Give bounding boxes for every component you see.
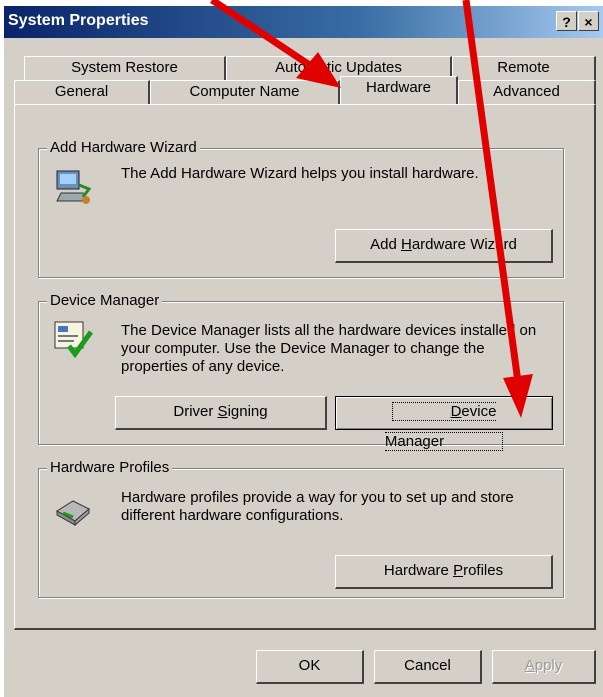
- tab-computer-name[interactable]: Computer Name: [150, 80, 340, 104]
- close-button[interactable]: ×: [578, 11, 599, 31]
- apply-btn-text-a: A: [524, 657, 535, 674]
- cancel-button[interactable]: Cancel: [374, 650, 482, 684]
- help-button[interactable]: ?: [556, 11, 577, 31]
- tab-hardware[interactable]: Hardware: [340, 76, 458, 104]
- tab-panel-hardware: [14, 104, 596, 630]
- apply-btn-text-b: pply: [534, 657, 563, 674]
- window-title: System Properties: [8, 12, 149, 29]
- tab-general[interactable]: General: [14, 80, 150, 104]
- tab-system-restore[interactable]: System Restore: [24, 56, 226, 80]
- apply-button[interactable]: Apply: [492, 650, 596, 684]
- tab-advanced[interactable]: Advanced: [458, 80, 596, 104]
- ok-button[interactable]: OK: [256, 650, 364, 684]
- title-bar[interactable]: System Properties ? ×: [4, 6, 603, 38]
- tab-remote[interactable]: Remote: [452, 56, 596, 80]
